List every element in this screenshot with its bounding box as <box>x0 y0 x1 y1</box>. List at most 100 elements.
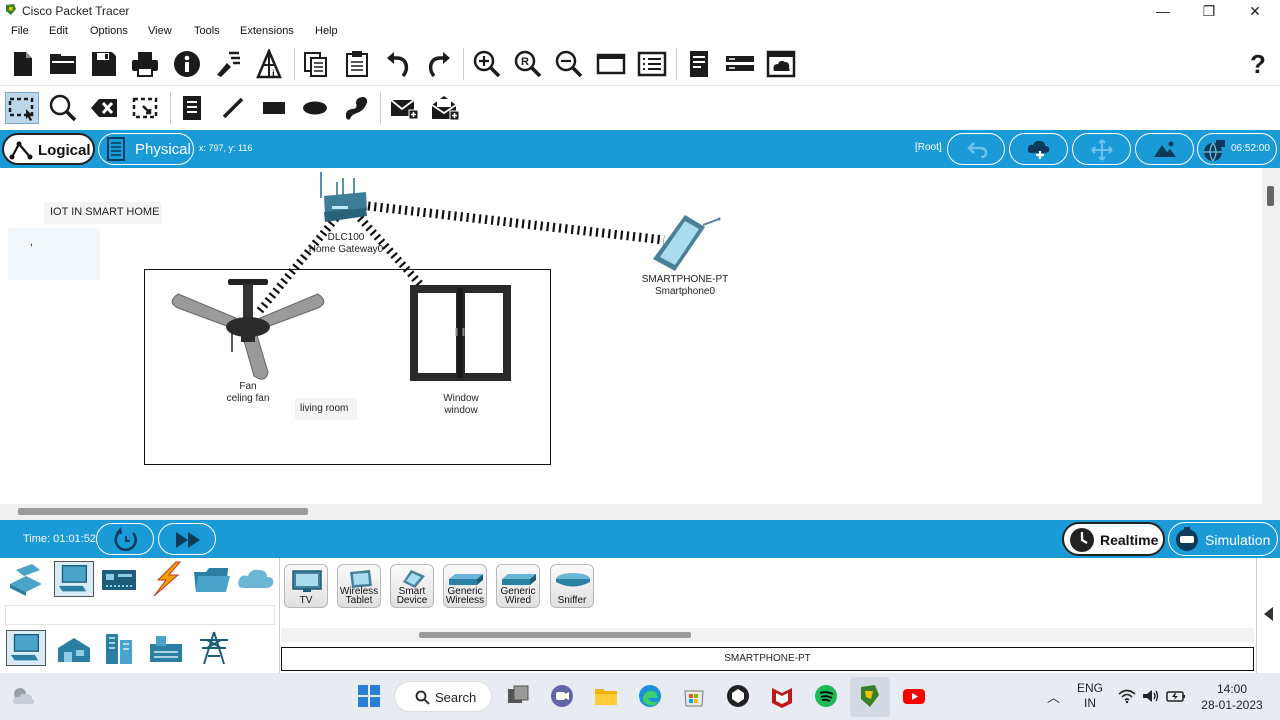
smartphone-icon[interactable] <box>645 213 723 275</box>
logical-view-button[interactable]: Logical <box>2 133 95 165</box>
copy-icon[interactable] <box>301 49 331 79</box>
miscellaneous-category-icon[interactable] <box>192 562 232 598</box>
youtube-icon[interactable] <box>901 683 927 709</box>
cluster-icon[interactable] <box>725 49 755 79</box>
draw-rectangle-icon[interactable] <box>259 93 289 123</box>
draw-ellipse-icon[interactable] <box>300 93 330 123</box>
battery-icon[interactable] <box>1166 688 1186 704</box>
minimize-button[interactable]: — <box>1140 0 1186 22</box>
volume-icon[interactable] <box>1142 688 1160 704</box>
cloud-view-icon[interactable] <box>766 49 796 79</box>
realtime-mode-button[interactable]: Realtime <box>1062 522 1165 556</box>
transmission-tower-icon[interactable] <box>194 630 234 666</box>
smart-city-subcategory-icon[interactable] <box>54 632 94 668</box>
undo-icon[interactable] <box>383 49 413 79</box>
power-cycle-devices-button[interactable] <box>96 523 154 555</box>
teams-chat-icon[interactable] <box>549 683 575 709</box>
room-note[interactable]: living room <box>295 398 357 420</box>
save-icon[interactable] <box>89 49 119 79</box>
menu-file[interactable]: File <box>11 25 29 37</box>
select-icon[interactable] <box>5 92 39 124</box>
end-devices-category-icon[interactable] <box>54 561 94 597</box>
spotify-icon[interactable] <box>813 683 839 709</box>
drawing-palette-icon[interactable] <box>596 49 626 79</box>
device-generic-wireless[interactable]: Generic Wireless <box>443 564 487 608</box>
draw-line-icon[interactable] <box>218 93 248 123</box>
info-icon[interactable] <box>172 49 202 79</box>
system-clock[interactable]: 14:00 28-01-2023 <box>1197 681 1267 713</box>
task-view-icon[interactable] <box>505 683 531 709</box>
power-grid-subcategory-icon[interactable] <box>146 630 186 666</box>
custom-device-dialog-icon[interactable] <box>637 49 667 79</box>
device-wireless-tablet[interactable]: Wireless Tablet <box>337 564 381 608</box>
root-breadcrumb[interactable]: [Root] <box>915 142 942 153</box>
industrial-subcategory-icon[interactable] <box>100 630 140 666</box>
edge-browser-icon[interactable] <box>637 683 663 709</box>
mcafee-icon[interactable] <box>769 683 795 709</box>
menu-view[interactable]: View <box>148 25 172 37</box>
connections-category-icon[interactable] <box>146 561 186 597</box>
ceiling-fan-icon[interactable] <box>170 276 326 384</box>
workspace-horizontal-scrollbar[interactable] <box>0 504 1262 520</box>
menu-extensions[interactable]: Extensions <box>240 25 294 37</box>
weather-icon[interactable] <box>10 683 36 709</box>
device-smart-device[interactable]: Smart Device <box>390 564 434 608</box>
activity-wizard-icon[interactable] <box>213 49 243 79</box>
maximize-button[interactable]: ❐ <box>1186 0 1232 22</box>
zoom-reset-icon[interactable]: R <box>513 49 543 79</box>
components-category-icon[interactable] <box>100 562 140 598</box>
close-button[interactable]: ✕ <box>1232 0 1278 22</box>
paste-icon[interactable] <box>342 49 372 79</box>
device-search-field[interactable] <box>5 605 275 625</box>
vertical-scroll-thumb[interactable] <box>1267 186 1274 206</box>
view-command-log-icon[interactable] <box>684 49 714 79</box>
horizontal-scroll-thumb[interactable] <box>18 508 308 515</box>
device-generic-wired[interactable]: Generic Wired <box>496 564 540 608</box>
zoom-in-icon[interactable] <box>472 49 502 79</box>
resize-shape-icon[interactable] <box>130 93 160 123</box>
physical-view-button[interactable]: Physical <box>98 133 194 165</box>
open-folder-icon[interactable] <box>48 49 78 79</box>
microsoft-store-icon[interactable] <box>681 683 707 709</box>
github-desktop-icon[interactable] <box>725 683 751 709</box>
help-icon[interactable]: ? <box>1243 49 1273 79</box>
delete-icon[interactable] <box>89 93 119 123</box>
place-note-icon[interactable] <box>177 93 207 123</box>
device-list-scroll-thumb[interactable] <box>419 632 691 638</box>
zoom-out-icon[interactable] <box>554 49 584 79</box>
wifi-icon[interactable] <box>1118 688 1136 704</box>
taskbar-search[interactable]: Search <box>394 681 492 712</box>
device-list-scrollbar[interactable] <box>281 628 1254 642</box>
file-explorer-icon[interactable] <box>593 683 619 709</box>
logical-workspace-canvas[interactable]: IOT IN SMART HOME , DLC100 Home Gateway0… <box>0 168 1262 504</box>
back-button[interactable] <box>947 133 1005 165</box>
menu-tools[interactable]: Tools <box>194 25 220 37</box>
set-background-button[interactable] <box>1135 133 1194 165</box>
new-file-icon[interactable] <box>8 49 38 79</box>
freeform-icon[interactable] <box>341 93 371 123</box>
menu-help[interactable]: Help <box>315 25 338 37</box>
workspace-vertical-scrollbar[interactable] <box>1262 168 1280 520</box>
menu-edit[interactable]: Edit <box>49 25 68 37</box>
move-object-button[interactable] <box>1072 133 1131 165</box>
simulation-mode-button[interactable]: Simulation <box>1168 522 1278 556</box>
add-complex-pdu-icon[interactable] <box>430 93 460 123</box>
print-icon[interactable] <box>130 49 160 79</box>
windows-start-icon[interactable] <box>356 683 382 709</box>
redo-icon[interactable] <box>424 49 454 79</box>
menu-options[interactable]: Options <box>90 25 128 37</box>
home-subcategory-icon[interactable] <box>6 630 46 666</box>
device-tv[interactable]: TV <box>284 564 328 608</box>
show-hidden-icons-chevron[interactable]: ︿ <box>1047 687 1060 706</box>
window-device-icon[interactable] <box>409 284 512 382</box>
inspect-icon[interactable] <box>48 93 78 123</box>
packet-tracer-taskbar-icon[interactable] <box>857 683 883 709</box>
home-gateway-icon[interactable] <box>318 170 370 232</box>
network-devices-category-icon[interactable] <box>6 562 46 598</box>
device-sniffer[interactable]: Sniffer <box>550 564 594 608</box>
input-language[interactable]: ENG IN <box>1075 681 1105 711</box>
fast-forward-time-button[interactable] <box>158 523 216 555</box>
multiuser-connection-category-icon[interactable] <box>236 562 276 598</box>
new-cluster-button[interactable] <box>1009 133 1068 165</box>
network-info-icon[interactable]: i <box>254 47 284 80</box>
